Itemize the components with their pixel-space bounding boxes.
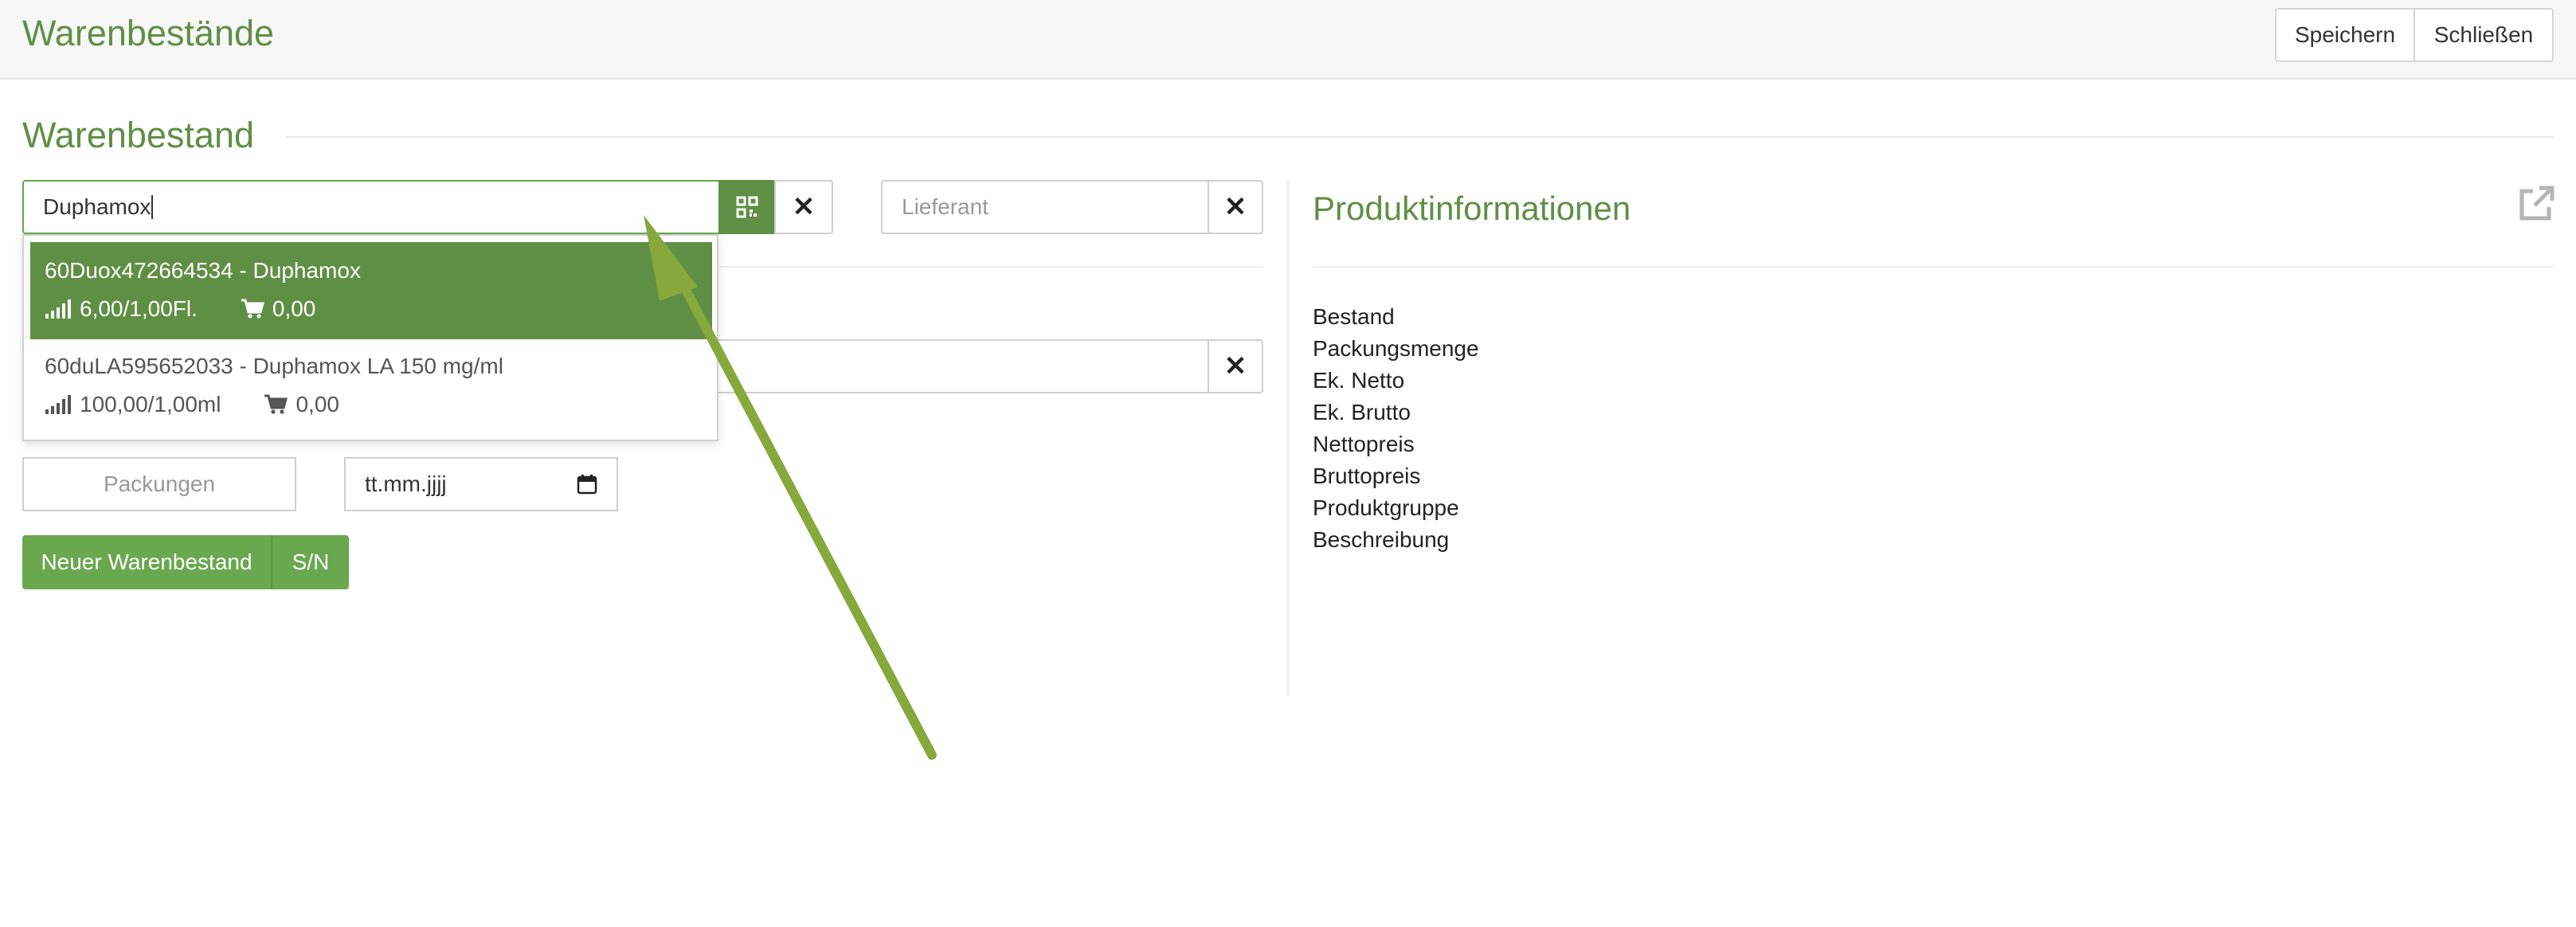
column-divider <box>1287 180 1289 696</box>
serial-number-button[interactable]: S/N <box>271 535 349 589</box>
cart-value: 0,00 <box>272 296 316 321</box>
stock-value: 100,00/1,00ml <box>80 392 221 417</box>
product-field-list: Bestand Packungsmenge Ek. Netto Ek. Brut… <box>1313 301 1479 556</box>
new-stock-button[interactable]: Neuer Warenbestand <box>22 535 271 589</box>
calendar-icon[interactable] <box>577 474 597 495</box>
search-clear-button[interactable]: ✕ <box>774 180 833 234</box>
dropdown-item-title: 60Duox472664534 - Duphamox <box>45 258 361 283</box>
signal-bars-icon <box>45 299 71 319</box>
field-label: Packungsmenge <box>1313 336 1479 361</box>
field-label: Nettopreis <box>1313 432 1415 456</box>
dropdown-item-title: 60duLA595652033 - Duphamox LA 150 mg/ml <box>45 354 503 378</box>
field-label: Beschreibung <box>1313 527 1450 552</box>
date-placeholder: tt.mm.jjjj <box>365 471 447 496</box>
qr-code-icon <box>736 196 758 218</box>
storage-clear-button[interactable]: ✕ <box>1208 339 1263 393</box>
dropdown-item[interactable]: 60duLA595652033 - Duphamox LA 150 mg/ml … <box>30 338 712 435</box>
top-bar <box>0 0 2576 80</box>
qr-scan-button[interactable] <box>718 180 776 234</box>
field-label: Bestand <box>1313 304 1395 329</box>
cart-value: 0,00 <box>296 392 339 417</box>
save-button[interactable]: Speichern <box>2275 8 2415 62</box>
packs-placeholder: Packungen <box>103 471 216 496</box>
field-label: Ek. Netto <box>1313 368 1405 393</box>
close-icon: ✕ <box>1223 351 1247 381</box>
product-search-input[interactable]: Duphamox <box>22 180 720 234</box>
field-label: Bruttopreis <box>1313 463 1421 488</box>
text-caret <box>151 195 154 219</box>
cart-icon <box>264 394 288 414</box>
packs-input[interactable]: Packungen <box>22 457 296 511</box>
close-icon: ✕ <box>792 192 816 222</box>
date-input[interactable]: tt.mm.jjjj <box>344 457 618 511</box>
close-icon: ✕ <box>1223 192 1247 222</box>
search-input-value: Duphamox <box>43 194 151 219</box>
product-info-title: Produktinformationen <box>1313 190 1631 227</box>
page-title: Warenbestände <box>22 13 275 53</box>
supplier-clear-button[interactable]: ✕ <box>1208 180 1263 234</box>
field-label: Ek. Brutto <box>1313 400 1411 424</box>
stock-value: 6,00/1,00Fl. <box>80 296 198 321</box>
product-info-divider <box>1313 266 2554 268</box>
signal-bars-icon <box>45 395 71 414</box>
supplier-input[interactable]: Lieferant <box>881 180 1209 234</box>
external-link-icon[interactable] <box>2517 185 2555 223</box>
autocomplete-dropdown: 60Duox472664534 - Duphamox 6,00/1,00Fl. <box>22 234 718 441</box>
field-label: Produktgruppe <box>1313 495 1459 520</box>
close-button[interactable]: Schließen <box>2414 8 2554 62</box>
supplier-placeholder: Lieferant <box>902 194 989 219</box>
cart-icon <box>241 299 264 319</box>
section-title: Warenbestand <box>22 115 255 155</box>
section-divider <box>285 136 2554 138</box>
dropdown-item[interactable]: 60Duox472664534 - Duphamox 6,00/1,00Fl. <box>30 242 712 339</box>
